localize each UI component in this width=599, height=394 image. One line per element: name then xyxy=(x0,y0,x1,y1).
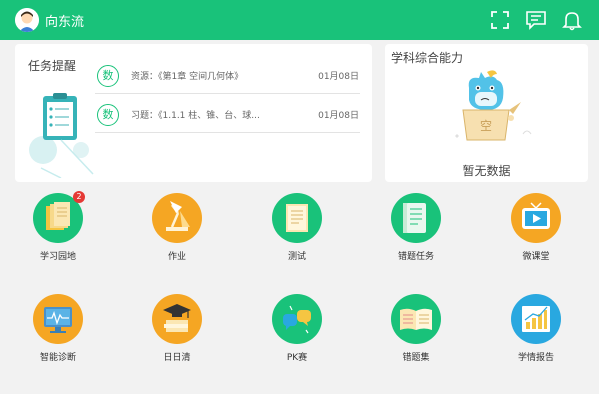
message-icon[interactable] xyxy=(525,9,547,31)
open-book-icon xyxy=(391,294,441,344)
module-label: 日日清 xyxy=(163,353,191,363)
test-paper-icon xyxy=(272,193,322,243)
avatar[interactable] xyxy=(15,8,39,32)
divider xyxy=(95,93,360,94)
task-item-date: 01月08日 xyxy=(318,111,359,121)
subject-badge: 数 xyxy=(97,104,119,126)
pk-chat-icon xyxy=(272,294,322,344)
notebooks-icon: 2 xyxy=(33,191,85,243)
no-data-text: 暂无数据 xyxy=(462,164,511,178)
module-pk-match[interactable]: PK赛 xyxy=(247,294,347,363)
module-wrong-question-set[interactable]: 错题集 xyxy=(366,294,466,363)
module-label: 学情报告 xyxy=(517,353,554,363)
module-label: 错题集 xyxy=(402,353,430,363)
task-item-date: 01月08日 xyxy=(318,72,359,82)
module-smart-diagnosis[interactable]: 智能诊断 xyxy=(8,294,108,363)
module-micro-class[interactable]: 微课堂 xyxy=(486,193,586,262)
module-test[interactable]: 测试 xyxy=(247,193,347,262)
clipboard-illustration-icon xyxy=(29,93,94,178)
desk-lamp-icon xyxy=(152,193,202,243)
bell-icon[interactable] xyxy=(561,9,583,31)
subject-badge: 数 xyxy=(97,65,119,87)
empty-mascot-icon: 空 xyxy=(455,70,532,141)
module-daily-clear[interactable]: 日日清 xyxy=(127,294,227,363)
module-label: PK赛 xyxy=(286,353,308,363)
module-label: 测试 xyxy=(287,252,306,262)
diagnosis-monitor-icon xyxy=(33,294,83,344)
module-label: 智能诊断 xyxy=(39,353,76,363)
mascot-box-char: 空 xyxy=(480,119,492,133)
user-avatar-icon xyxy=(15,8,39,32)
notification-badge: 2 xyxy=(73,191,85,203)
graduation-books-icon xyxy=(152,294,202,344)
video-class-icon xyxy=(511,193,561,243)
module-label: 学习园地 xyxy=(39,252,76,262)
module-grid: 2 学习园地 作业 测试 错题任务 微课堂 智能诊断 日日清 PK赛 错题集 学… xyxy=(0,187,599,394)
task-item[interactable]: 数 资源：《第1章 空间几何体》 01月08日 xyxy=(97,61,359,93)
divider xyxy=(95,132,360,133)
wrong-question-task-icon xyxy=(391,193,441,243)
module-learning-garden[interactable]: 2 学习园地 xyxy=(8,191,108,262)
module-label: 微课堂 xyxy=(522,252,550,262)
task-item-text: 资源：《第1章 空间几何体》 xyxy=(131,72,244,82)
bar-chart-report-icon xyxy=(511,294,561,344)
module-homework[interactable]: 作业 xyxy=(127,193,227,262)
module-label: 作业 xyxy=(167,252,186,262)
subject-ability-card: 学科综合能力 空 暂无数据 xyxy=(385,44,588,182)
username: 向东流 xyxy=(45,15,85,30)
fullscreen-icon[interactable] xyxy=(489,9,511,31)
module-label: 错题任务 xyxy=(397,252,434,262)
subject-ability-title: 学科综合能力 xyxy=(391,51,464,65)
module-wrong-question-task[interactable]: 错题任务 xyxy=(366,193,466,262)
task-reminder-card: 任务提醒 数 资源：《第1章 空间几何体》 01月08日 数 习题：《1.1.1… xyxy=(15,44,372,182)
module-learning-report[interactable]: 学情报告 xyxy=(486,294,586,363)
task-item-text: 习题：《1.1.1 柱、锥、台、球... xyxy=(131,111,260,121)
task-reminder-title: 任务提醒 xyxy=(28,59,77,73)
top-bar: 向东流 xyxy=(0,0,599,40)
task-item[interactable]: 数 习题：《1.1.1 柱、锥、台、球... 01月08日 xyxy=(97,100,359,132)
